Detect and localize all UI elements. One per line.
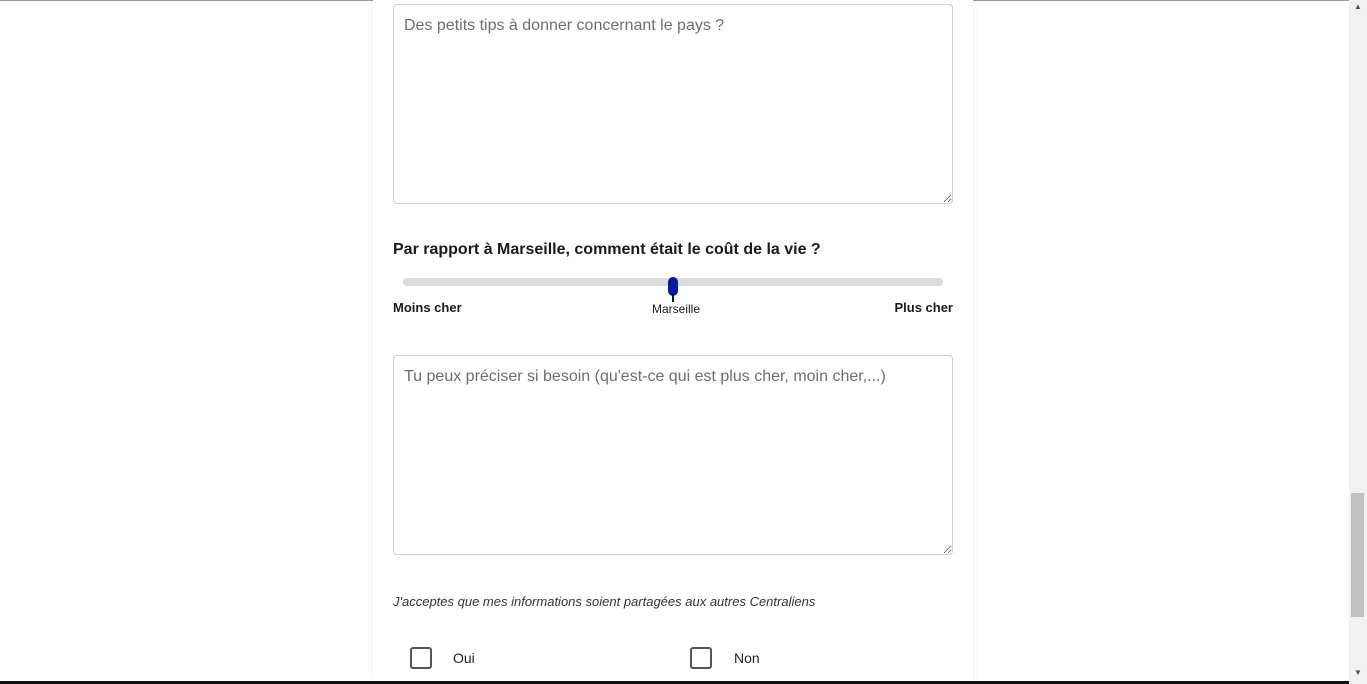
consent-yes-checkbox[interactable]: [410, 647, 432, 669]
consent-no-label[interactable]: Non: [734, 650, 760, 666]
consent-question: J'acceptes que mes informations soient p…: [393, 594, 816, 609]
cost-slider-tick: [672, 294, 674, 302]
cost-details-wrapper: [393, 355, 953, 555]
tips-textarea[interactable]: [393, 4, 953, 204]
slider-value-label: Marseille: [652, 302, 701, 316]
scroll-up-icon[interactable]: ▲: [1349, 0, 1367, 14]
scroll-down-icon[interactable]: ▼: [1349, 666, 1367, 680]
tips-field-wrapper: [393, 4, 953, 204]
cost-of-living-question: Par rapport à Marseille, comment était l…: [393, 241, 821, 258]
cost-details-textarea[interactable]: [393, 355, 953, 555]
consent-no-checkbox[interactable]: [690, 647, 712, 669]
slider-min-label: Moins cher: [393, 300, 462, 315]
consent-yes-label[interactable]: Oui: [453, 650, 475, 666]
slider-max-label: Plus cher: [894, 300, 953, 315]
scrollbar-thumb[interactable]: [1351, 493, 1364, 617]
vertical-scrollbar[interactable]: ▲ ▼: [1349, 0, 1367, 684]
